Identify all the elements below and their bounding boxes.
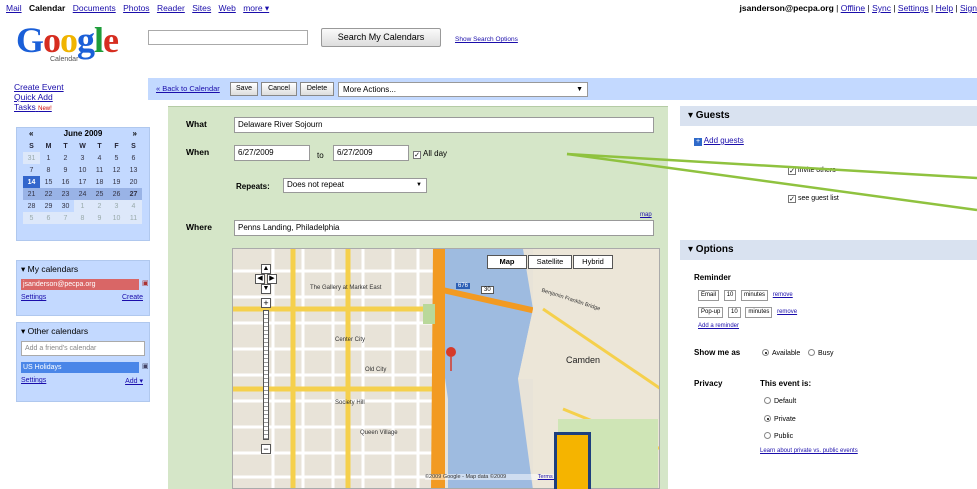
annotation-marker [554, 432, 591, 489]
annotation-line [566, 152, 977, 180]
annotation-line [566, 152, 977, 212]
annotation-arrows [566, 152, 977, 212]
